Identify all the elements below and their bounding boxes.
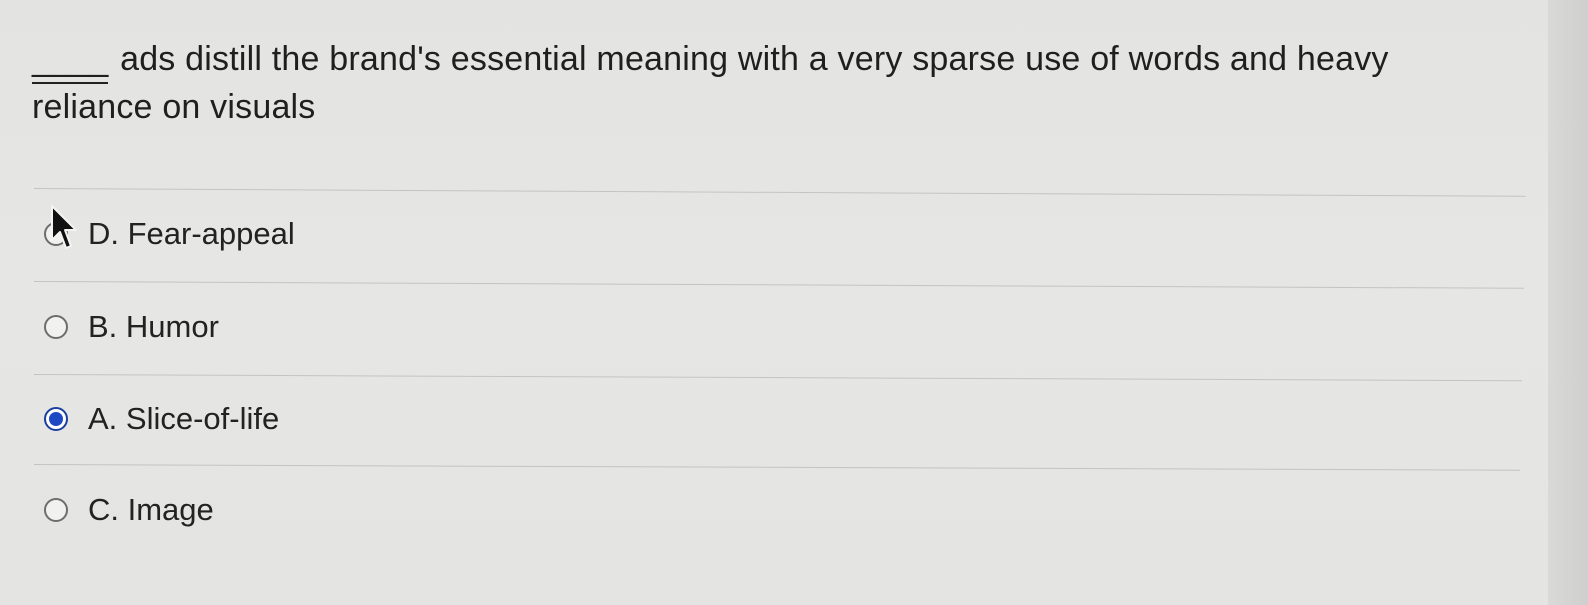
question-card: ____ ads distill the brand's essential m… [0,0,1560,605]
answer-option-c[interactable]: C. Image [44,488,214,532]
divider-3 [33,464,1520,471]
answer-label-d[interactable]: D. Fear-appeal [88,216,295,252]
question-prompt: ads distill the brand's essential meanin… [32,40,1389,126]
radio-button-b[interactable] [44,315,68,339]
answer-option-d[interactable]: D. Fear-appeal [44,212,295,256]
answer-option-b[interactable]: B. Humor [44,305,219,349]
answer-label-c[interactable]: C. Image [88,492,214,528]
divider-2 [33,374,1522,382]
answer-option-a[interactable]: A. Slice-of-life [44,397,279,441]
answer-label-a[interactable]: A. Slice-of-life [88,401,279,437]
radio-button-c[interactable] [44,498,68,522]
divider-top [33,188,1526,197]
divider-1 [33,281,1524,289]
answer-label-b[interactable]: B. Humor [88,309,219,345]
mouse-pointer-icon [51,205,77,249]
question-text-block: ____ ads distill the brand's essential m… [32,36,1502,130]
screen-edge [1548,0,1588,605]
question-blank: ____ [32,36,109,84]
radio-button-a-selected[interactable] [44,407,68,431]
